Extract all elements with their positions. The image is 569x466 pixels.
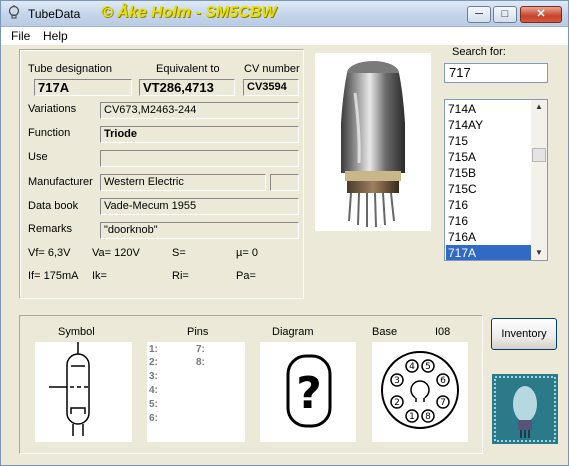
author-credit: © Åke Holm - SM5CBW <box>101 4 277 21</box>
base-pin-label: 2 <box>394 398 400 408</box>
list-item[interactable]: 716 <box>446 213 531 229</box>
databook-field[interactable]: Vade-Mecum 1955 <box>100 198 299 215</box>
pin-label: 2: <box>149 357 158 368</box>
base-pin-label: 5 <box>425 362 431 372</box>
param-vf: Vf= 6,3V <box>28 247 71 259</box>
tube-info-panel: Tube designation Equivalent to CV number… <box>19 49 304 299</box>
pin-label: 7: <box>196 344 205 355</box>
pins-label: Pins <box>187 326 209 338</box>
svg-text:?: ? <box>296 368 322 419</box>
inventory-button[interactable]: Inventory <box>491 318 557 350</box>
manufacturer-code-field[interactable] <box>270 174 299 191</box>
cv-label: CV number <box>244 63 300 75</box>
equivalent-field[interactable]: VT286,4713 <box>139 79 235 96</box>
function-label: Function <box>28 127 71 139</box>
param-va: Va= 120V <box>92 247 140 259</box>
diagram-box: ? <box>260 342 356 442</box>
param-ri: Ri= <box>172 270 189 282</box>
pin-label: 5: <box>149 399 158 410</box>
menu-bar: File Help <box>1 27 568 45</box>
param-pa: Pa= <box>236 270 256 282</box>
variations-field[interactable]: CV673,M2463-244 <box>100 102 299 119</box>
list-item[interactable]: 716 <box>446 197 531 213</box>
manufacturer-field[interactable]: Western Electric <box>100 174 266 191</box>
list-item[interactable]: 714A <box>446 101 531 117</box>
menu-file[interactable]: File <box>11 29 30 43</box>
pin-label: 3: <box>149 371 158 382</box>
maximize-icon: □ <box>501 8 509 20</box>
use-field[interactable] <box>100 150 299 167</box>
remarks-field[interactable]: "doorknob" <box>100 222 299 239</box>
param-s: S= <box>172 247 186 259</box>
list-item[interactable]: 715A <box>446 149 531 165</box>
pin-label: 1: <box>149 344 158 355</box>
manufacturer-label: Manufacturer <box>28 176 93 188</box>
list-item[interactable]: 715 <box>446 133 531 149</box>
param-if: If= 175mA <box>28 270 79 282</box>
list-item-selected[interactable]: 717A <box>446 245 531 260</box>
scroll-down-icon[interactable]: ▼ <box>532 246 546 260</box>
list-scrollbar[interactable]: ▲ ▼ <box>531 100 547 260</box>
base-label: Base <box>372 326 398 338</box>
lightbulb-icon <box>7 5 23 23</box>
base-type-label: I08 <box>435 326 451 338</box>
databook-label: Data book <box>28 200 79 212</box>
symbol-label: Symbol <box>58 326 95 338</box>
base-pin-label: 7 <box>440 398 446 408</box>
designation-field[interactable]: 717A <box>34 79 132 96</box>
tube-photo <box>315 53 431 231</box>
close-button[interactable]: ✕ <box>520 6 562 23</box>
use-label: Use <box>28 151 48 163</box>
base-pin-label: 6 <box>440 376 446 386</box>
designation-label: Tube designation <box>28 63 112 75</box>
title-bar[interactable]: TubeData © Åke Holm - SM5CBW ─ □ ✕ <box>1 1 568 27</box>
unknown-diagram-icon: ? <box>286 354 332 428</box>
param-mu: µ= 0 <box>236 247 258 259</box>
tube-list[interactable]: 714A 714AY 715 715A 715B 715C 716 716 71… <box>444 99 548 261</box>
pin-label: 4: <box>149 385 158 396</box>
menu-help[interactable]: Help <box>43 29 68 43</box>
base-pin-label: 1 <box>409 412 415 422</box>
scroll-up-icon[interactable]: ▲ <box>532 100 546 114</box>
search-label: Search for: <box>452 46 506 58</box>
pin-label: 6: <box>149 413 158 424</box>
window-title: TubeData <box>28 7 81 21</box>
list-item[interactable]: 715B <box>446 165 531 181</box>
maximize-button[interactable]: □ <box>493 6 517 23</box>
equivalent-label: Equivalent to <box>156 63 220 75</box>
octal-base-icon: 1 2 3 4 5 6 7 8 <box>381 351 459 429</box>
list-item[interactable]: 714AY <box>446 117 531 133</box>
scroll-thumb[interactable] <box>532 148 546 162</box>
search-input[interactable]: 717 <box>444 63 548 83</box>
base-pin-label: 8 <box>425 412 431 422</box>
param-ik: Ik= <box>92 270 107 282</box>
pins-box: 1: 2: 3: 4: 5: 6: 7: 8: <box>147 342 245 442</box>
function-field[interactable]: Triode <box>100 126 299 143</box>
tube-stamp-logo <box>492 374 558 444</box>
variations-label: Variations <box>28 103 77 115</box>
base-pin-label: 3 <box>394 376 400 386</box>
list-item[interactable]: 716A <box>446 229 531 245</box>
main-window: TubeData © Åke Holm - SM5CBW ─ □ ✕ File … <box>0 0 569 466</box>
symbol-box <box>35 342 132 442</box>
list-item[interactable]: 715C <box>446 181 531 197</box>
triode-symbol-icon <box>49 342 91 436</box>
cv-field[interactable]: CV3594 <box>243 79 299 96</box>
pin-label: 8: <box>196 357 205 368</box>
remarks-label: Remarks <box>28 223 73 235</box>
base-pin-label: 4 <box>409 362 415 372</box>
minimize-icon: ─ <box>475 8 483 20</box>
close-icon: ✕ <box>536 8 546 20</box>
diagram-label: Diagram <box>272 326 314 338</box>
minimize-button[interactable]: ─ <box>467 6 491 23</box>
base-box: 1 2 3 4 5 6 7 8 <box>372 342 468 442</box>
